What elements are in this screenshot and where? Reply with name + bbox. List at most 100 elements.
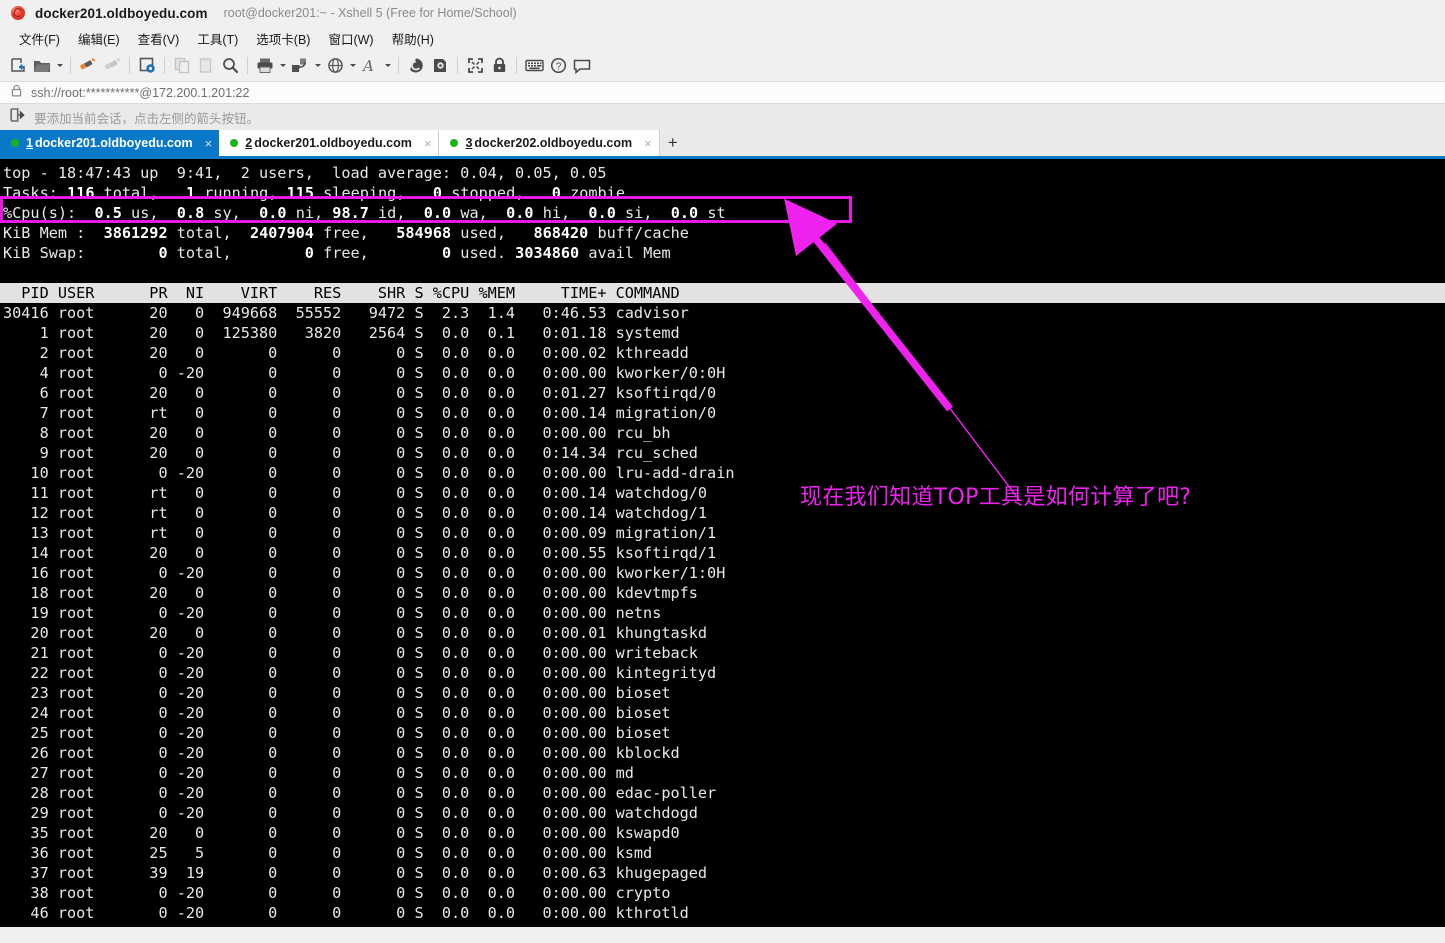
cpu-id: 98.7 [332, 204, 369, 222]
tab-close-icon[interactable]: × [644, 137, 652, 150]
address-url: ssh://root:***********@172.200.1.201:22 [31, 85, 250, 100]
tab-close-icon[interactable]: × [205, 137, 213, 150]
tasks-total: 116 [67, 184, 95, 202]
tab-status-dot-icon [230, 139, 239, 147]
new-tab-button[interactable]: + [659, 130, 686, 156]
keyboard-icon[interactable] [522, 54, 546, 78]
swap-used-label: used. [460, 244, 507, 262]
swap-free: 0 [304, 244, 314, 262]
menu-view[interactable]: 查看(V) [129, 26, 189, 51]
table-row: 22 root 0 -20 0 0 0 S 0.0 0.0 0:00.00 ki… [3, 664, 717, 682]
cpu-wa-label: wa, [460, 204, 488, 222]
table-row: 1 root 20 0 125380 3820 2564 S 0.0 0.1 0… [3, 324, 680, 342]
disconnect-icon[interactable] [100, 54, 124, 78]
menu-tabs[interactable]: 选项卡(B) [247, 26, 319, 51]
mem-free: 2407904 [249, 224, 314, 242]
connect-icon[interactable] [76, 54, 100, 78]
paste-icon[interactable] [194, 54, 218, 78]
tab-close-icon[interactable]: × [424, 137, 432, 150]
tab-3[interactable]: 3 docker202.oldboyedu.com × [439, 130, 660, 156]
lock-icon[interactable] [487, 54, 511, 78]
table-row: 13 root rt 0 0 0 0 S 0.0 0.0 0:00.09 mig… [3, 524, 717, 542]
transfer-file-icon[interactable] [288, 54, 312, 78]
toolbar-separator [164, 57, 165, 74]
table-row: 38 root 0 -20 0 0 0 S 0.0 0.0 0:00.00 cr… [3, 884, 671, 902]
cpu-hi-label: hi, [542, 204, 571, 222]
menu-edit[interactable]: 编辑(E) [69, 26, 129, 51]
add-session-arrow-icon[interactable] [10, 107, 25, 127]
tab-1[interactable]: 1 docker201.oldboyedu.com × [0, 130, 220, 156]
tab-number: 2 [245, 136, 253, 150]
tab-2[interactable]: 2 docker201.oldboyedu.com × [219, 130, 440, 156]
transfer-caret[interactable] [312, 54, 323, 78]
open-folder-icon[interactable] [30, 54, 54, 78]
top-summary-line: top - 18:47:43 up 9:41, 2 users, load av… [3, 164, 607, 182]
table-row: 9 root 20 0 0 0 0 S 0.0 0.0 0:14.34 rcu_… [3, 444, 698, 462]
menu-bar: 文件(F) 编辑(E) 查看(V) 工具(T) 选项卡(B) 窗口(W) 帮助(… [0, 26, 1445, 50]
print-caret[interactable] [277, 54, 288, 78]
process-table-body: 30416 root 20 0 949668 55552 9472 S 2.3 … [0, 303, 1445, 923]
tab-number: 3 [465, 136, 473, 150]
feedback-icon[interactable] [570, 54, 594, 78]
font-icon[interactable]: A [358, 54, 382, 78]
tasks-sleeping-label: sleeping, [323, 184, 406, 202]
tasks-sleeping: 115 [286, 184, 314, 202]
toolbar-separator [70, 57, 71, 74]
table-row: 24 root 0 -20 0 0 0 S 0.0 0.0 0:00.00 bi… [3, 704, 671, 722]
xshell-logo-icon [10, 5, 26, 21]
tasks-stopped: 0 [432, 184, 443, 202]
table-row: 29 root 0 -20 0 0 0 S 0.0 0.0 0:00.00 wa… [3, 804, 698, 822]
table-row: 27 root 0 -20 0 0 0 S 0.0 0.0 0:00.00 md [3, 764, 634, 782]
cpu-label: %Cpu(s): [3, 204, 77, 222]
tasks-stopped-label: stopped, [451, 184, 525, 202]
session-properties-icon[interactable] [135, 54, 159, 78]
toolbar-separator [247, 57, 248, 74]
open-folder-caret[interactable] [54, 54, 65, 78]
menu-help[interactable]: 帮助(H) [383, 26, 443, 51]
tasks-running: 1 [185, 184, 196, 202]
cpu-wa: 0.0 [423, 204, 452, 222]
print-icon[interactable] [253, 54, 277, 78]
title-bar: docker201.oldboyedu.com root@docker201:~… [0, 0, 1445, 26]
swap-total-label: total, [176, 244, 232, 262]
table-row: 12 root rt 0 0 0 0 S 0.0 0.0 0:00.14 wat… [3, 504, 708, 522]
hint-text: 要添加当前会话，点击左侧的箭头按钮。 [34, 111, 260, 126]
terminal-output[interactable]: top - 18:47:43 up 9:41, 2 users, load av… [0, 159, 1445, 927]
toolbar: A ? [0, 50, 1445, 81]
cpu-id-label: id, [378, 204, 406, 222]
mem-label: KiB Mem : [3, 224, 86, 242]
tab-status-dot-icon [11, 139, 19, 147]
script-icon[interactable] [428, 54, 452, 78]
tasks-label: Tasks: [3, 184, 58, 202]
new-session-icon[interactable] [6, 54, 30, 78]
swap-label: KiB Swap: [3, 244, 86, 262]
help-icon[interactable]: ? [546, 54, 570, 78]
table-row: 4 root 0 -20 0 0 0 S 0.0 0.0 0:00.00 kwo… [3, 364, 726, 382]
hint-bar: 要添加当前会话，点击左侧的箭头按钮。 [0, 104, 1445, 130]
table-row: 37 root 39 19 0 0 0 S 0.0 0.0 0:00.63 kh… [3, 864, 708, 882]
globe-caret[interactable] [347, 54, 358, 78]
svg-text:?: ? [555, 62, 561, 73]
cpu-us: 0.5 [94, 204, 122, 222]
menu-tools[interactable]: 工具(T) [188, 26, 247, 51]
log-session-icon[interactable] [404, 54, 428, 78]
font-caret[interactable] [382, 54, 393, 78]
mem-buffcache-label: buff/cache [597, 224, 689, 242]
menu-window[interactable]: 窗口(W) [319, 26, 382, 51]
address-bar[interactable]: ssh://root:***********@172.200.1.201:22 [0, 81, 1445, 104]
fullscreen-icon[interactable] [463, 54, 487, 78]
globe-icon[interactable] [323, 54, 347, 78]
tasks-zombie: 0 [551, 184, 561, 202]
tab-label: docker202.oldboyedu.com [474, 136, 633, 150]
process-table-header: PID USER PR NI VIRT RES SHR S %CPU %MEM … [0, 283, 1445, 303]
menu-file[interactable]: 文件(F) [10, 26, 69, 51]
table-row: 2 root 20 0 0 0 0 S 0.0 0.0 0:00.02 kthr… [3, 344, 689, 362]
table-row: 36 root 25 5 0 0 0 S 0.0 0.0 0:00.00 ksm… [3, 844, 653, 862]
table-row: 28 root 0 -20 0 0 0 S 0.0 0.0 0:00.00 ed… [3, 784, 717, 802]
copy-icon[interactable] [170, 54, 194, 78]
cpu-st-label: st [707, 204, 726, 222]
cpu-hi: 0.0 [506, 204, 534, 222]
table-row: 46 root 0 -20 0 0 0 S 0.0 0.0 0:00.00 kt… [3, 904, 689, 922]
find-icon[interactable] [218, 54, 242, 78]
